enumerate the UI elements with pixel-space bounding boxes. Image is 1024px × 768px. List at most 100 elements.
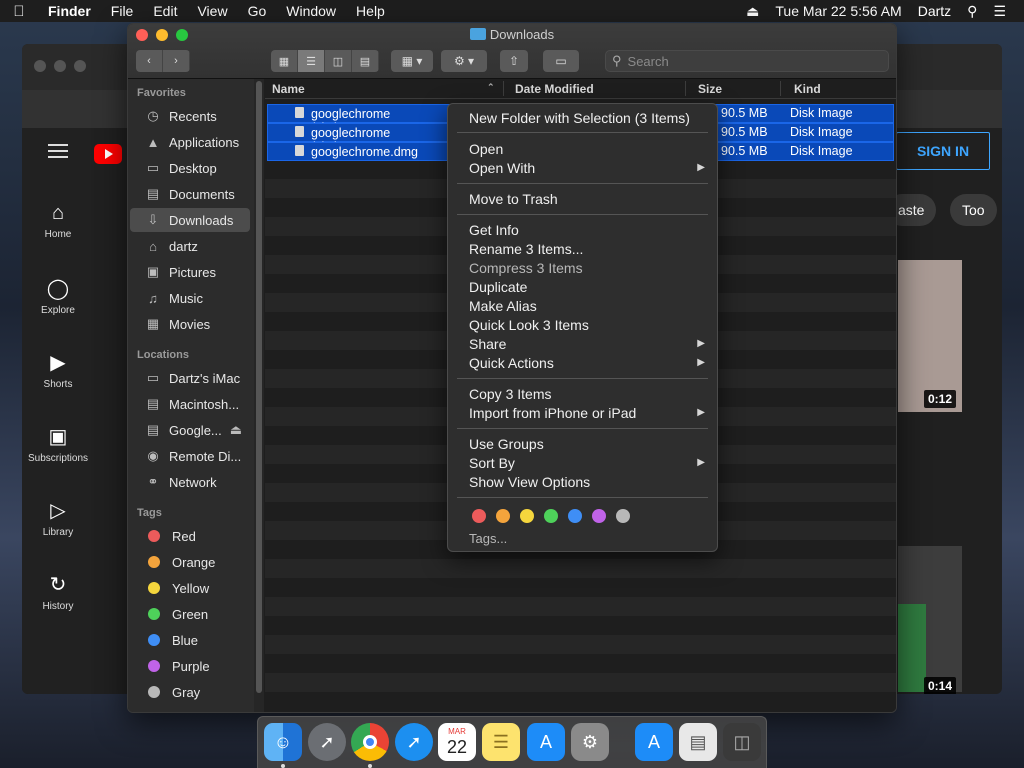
- column-size[interactable]: Size: [698, 82, 722, 96]
- chrome-dock-icon[interactable]: [351, 723, 389, 761]
- sidebar-item-desktop[interactable]: ▭ Desktop: [128, 156, 250, 180]
- sidebar-item-macintosh-hd[interactable]: ▤ Macintosh...: [128, 392, 250, 416]
- safari-dock-icon[interactable]: ➚: [395, 723, 433, 761]
- eject-icon[interactable]: ⏏: [230, 422, 242, 438]
- nav-library[interactable]: ▷ Library: [22, 498, 94, 538]
- tag-button[interactable]: ▭: [543, 50, 579, 72]
- menu-item-quick-actions[interactable]: Quick Actions ▶: [469, 353, 705, 372]
- menu-go[interactable]: Go: [238, 3, 277, 19]
- sidebar-item-recents[interactable]: ◷ Recents: [128, 104, 250, 128]
- red-tag-button[interactable]: [472, 509, 486, 523]
- sidebar-item-music[interactable]: ♫ Music: [128, 286, 250, 310]
- green-tag-button[interactable]: [544, 509, 558, 523]
- system-preferences-dock-icon[interactable]: ⚙: [571, 723, 609, 761]
- menu-item-open[interactable]: Open: [469, 139, 705, 158]
- menu-item-share[interactable]: Share ▶: [469, 334, 705, 353]
- app-store-dock-icon[interactable]: A: [527, 723, 565, 761]
- app-store-installer-dock-icon[interactable]: A: [635, 723, 673, 761]
- menu-item-get-info[interactable]: Get Info: [469, 220, 705, 239]
- eject-icon[interactable]: ⏏: [738, 3, 767, 20]
- shorts-icon: ▶: [50, 352, 66, 374]
- column-name[interactable]: Name: [272, 82, 305, 96]
- search-field[interactable]: ⚲ Search: [605, 50, 889, 72]
- forward-button[interactable]: ›: [163, 50, 190, 72]
- column-kind[interactable]: Kind: [794, 82, 821, 96]
- action-button[interactable]: ⚙ ▾: [441, 50, 487, 72]
- apple-menu-icon[interactable]: : [0, 3, 38, 20]
- icon-view-button[interactable]: ▦: [271, 50, 298, 72]
- trash-dock-icon[interactable]: ◫: [723, 723, 761, 761]
- menu-item-open-with[interactable]: Open With ▶: [469, 158, 705, 177]
- share-button[interactable]: ⇧: [500, 50, 528, 72]
- youtube-logo-icon[interactable]: [94, 144, 122, 164]
- finder-dock-icon[interactable]: ☺: [264, 723, 302, 761]
- menu-item-duplicate[interactable]: Duplicate: [469, 277, 705, 296]
- purple-tag-button[interactable]: [592, 509, 606, 523]
- menu-file[interactable]: File: [101, 3, 144, 19]
- column-view-button[interactable]: ◫: [325, 50, 352, 72]
- gallery-view-button[interactable]: ▤: [352, 50, 379, 72]
- disk-image-dock-icon[interactable]: ▤: [679, 723, 717, 761]
- sidebar-item-downloads[interactable]: ⇩ Downloads: [130, 208, 250, 232]
- list-view-button[interactable]: ☰: [298, 50, 325, 72]
- sidebar-item-imac[interactable]: ▭ Dartz's iMac: [128, 366, 250, 390]
- menu-item-label: Tags...: [469, 531, 508, 546]
- menu-item-rename[interactable]: Rename 3 Items...: [469, 239, 705, 258]
- launchpad-dock-icon[interactable]: ➚: [308, 723, 346, 761]
- orange-tag-button[interactable]: [496, 509, 510, 523]
- sidebar-item-movies[interactable]: ▦ Movies: [128, 312, 250, 336]
- sidebar-item-remote-disc[interactable]: ◉ Remote Di...: [128, 444, 250, 468]
- menu-item-quick-look[interactable]: Quick Look 3 Items: [469, 315, 705, 334]
- sidebar-item-network[interactable]: ⚭ Network: [128, 470, 250, 494]
- menu-window[interactable]: Window: [276, 3, 346, 19]
- sidebar-item-pictures[interactable]: ▣ Pictures: [128, 260, 250, 284]
- menu-view[interactable]: View: [187, 3, 237, 19]
- sidebar-tag-blue[interactable]: Blue: [128, 628, 250, 652]
- nav-shorts[interactable]: ▶ Shorts: [22, 350, 94, 390]
- sidebar-tag-orange[interactable]: Orange: [128, 550, 250, 574]
- hamburger-icon[interactable]: [48, 144, 68, 158]
- sidebar-tag-red[interactable]: Red: [128, 524, 250, 548]
- yellow-tag-button[interactable]: [520, 509, 534, 523]
- menu-item-new-folder-with-selection[interactable]: New Folder with Selection (3 Items): [469, 108, 705, 127]
- menu-item-move-to-trash[interactable]: Move to Trash: [469, 189, 705, 208]
- back-button[interactable]: ‹: [136, 50, 163, 72]
- sidebar-tag-yellow[interactable]: Yellow: [128, 576, 250, 600]
- column-header: Name ⌃ Date Modified Size Kind: [265, 79, 896, 99]
- sidebar-item-documents[interactable]: ▤ Documents: [128, 182, 250, 206]
- menu-help[interactable]: Help: [346, 3, 395, 19]
- notes-dock-icon[interactable]: ☰: [482, 723, 520, 761]
- blue-tag-button[interactable]: [568, 509, 582, 523]
- sign-in-button[interactable]: SIGN IN: [896, 132, 990, 170]
- sidebar-tag-green[interactable]: Green: [128, 602, 250, 626]
- menubar-user[interactable]: Dartz: [910, 3, 959, 19]
- nav-explore[interactable]: ◯ Explore: [22, 276, 94, 316]
- menu-item-tags[interactable]: Tags...: [469, 529, 705, 548]
- menu-item-compress[interactable]: Compress 3 Items: [469, 258, 705, 277]
- menu-item-show-view-options[interactable]: Show View Options: [469, 472, 705, 491]
- group-button[interactable]: ▦ ▾: [391, 50, 433, 72]
- menu-item-make-alias[interactable]: Make Alias: [469, 296, 705, 315]
- menu-item-copy[interactable]: Copy 3 Items: [469, 384, 705, 403]
- sidebar-scrollbar[interactable]: [254, 79, 264, 712]
- column-date-modified[interactable]: Date Modified: [515, 82, 594, 96]
- nav-history[interactable]: ↻ History: [22, 572, 94, 612]
- sidebar-item-home[interactable]: ⌂ dartz: [128, 234, 250, 258]
- nav-home[interactable]: ⌂ Home: [22, 202, 94, 240]
- menu-edit[interactable]: Edit: [143, 3, 187, 19]
- menubar-clock[interactable]: Tue Mar 22 5:56 AM: [767, 3, 909, 19]
- menu-finder[interactable]: Finder: [38, 3, 101, 19]
- gray-tag-button[interactable]: [616, 509, 630, 523]
- spotlight-icon[interactable]: ⚲: [959, 3, 985, 20]
- filter-chip[interactable]: Too: [950, 194, 997, 226]
- sidebar-item-google-disk[interactable]: ▤ Google... ⏏: [128, 418, 250, 442]
- sidebar-item-applications[interactable]: ▲ Applications: [128, 130, 250, 154]
- control-center-icon[interactable]: ☰: [985, 3, 1014, 20]
- calendar-dock-icon[interactable]: MAR 22: [438, 723, 476, 761]
- menu-item-use-groups[interactable]: Use Groups: [469, 434, 705, 453]
- menu-item-import-from-iphone[interactable]: Import from iPhone or iPad ▶: [469, 403, 705, 422]
- nav-subscriptions[interactable]: ▣ Subscriptions: [22, 424, 94, 464]
- menu-item-sort-by[interactable]: Sort By ▶: [469, 453, 705, 472]
- sidebar-tag-gray[interactable]: Gray: [128, 680, 250, 704]
- sidebar-tag-purple[interactable]: Purple: [128, 654, 250, 678]
